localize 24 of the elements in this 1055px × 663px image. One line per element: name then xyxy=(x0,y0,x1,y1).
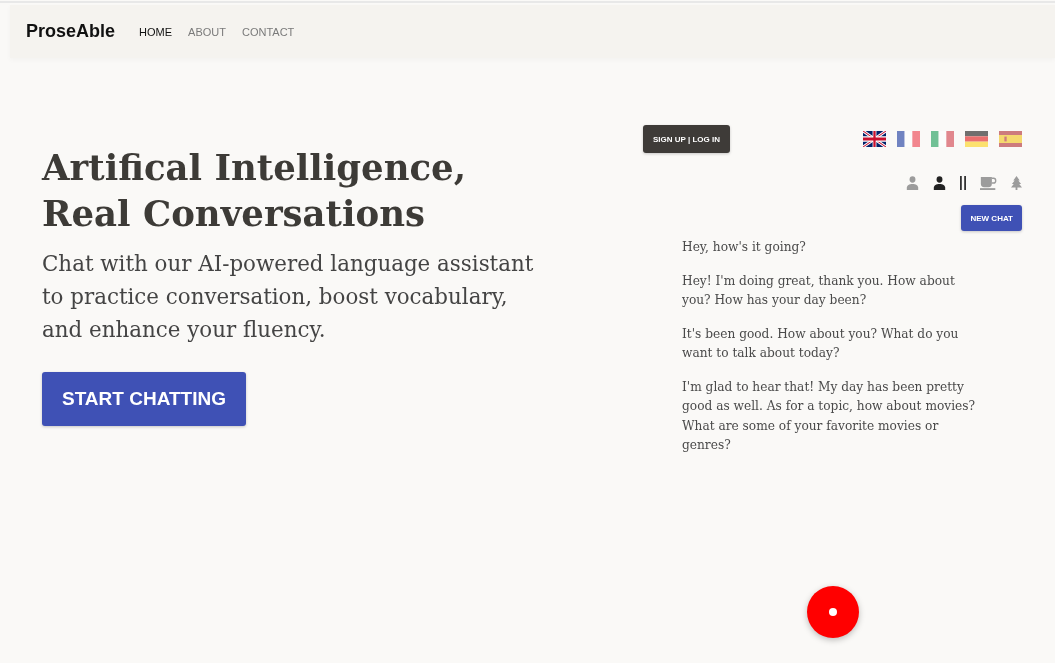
logo-text: ProseAble xyxy=(26,21,116,42)
german-flag-icon[interactable] xyxy=(965,131,988,147)
person-icon[interactable] xyxy=(933,176,946,190)
chat-message: Hey! I'm doing great, thank you. How about you? How has your day been? xyxy=(682,272,956,309)
french-flag-icon[interactable] xyxy=(897,131,920,147)
cup-icon[interactable] xyxy=(980,176,997,190)
tree-icon[interactable] xyxy=(1011,176,1022,190)
italian-flag-icon[interactable] xyxy=(931,131,954,147)
chat-message: I'm glad to hear that! My day has been pretty good as well. As for a topic, how about movies? What are some of your favorite movies or genres? xyxy=(682,378,977,454)
chat-message: It's been good. How about you? What do you want to talk about today? xyxy=(682,325,960,362)
hero-heading: Artifical Intelligence, Real Conversations xyxy=(42,146,468,236)
record-button[interactable] xyxy=(806,586,859,638)
double-bar-icon xyxy=(960,176,966,190)
nav-link[interactable]: ABOUT xyxy=(188,25,226,38)
spanish-flag-icon[interactable] xyxy=(999,131,1022,147)
sign-up-login-button[interactable]: SIGN UP | LOG IN xyxy=(643,125,730,153)
dot-icon xyxy=(828,608,837,616)
nav-link[interactable]: HOME xyxy=(139,25,173,38)
chat-message: Hey, how's it going? xyxy=(682,239,807,256)
new-chat-button[interactable]: NEW CHAT xyxy=(961,205,1022,231)
nav-link[interactable]: CONTACT xyxy=(241,25,295,38)
hero-subtitle: Chat with our AI-powered language assistant to practice conversation, boost vocabulary, and enhance your fluency. xyxy=(42,250,535,344)
start-chatting-button[interactable]: START CHATTING xyxy=(42,372,246,426)
british-flag-icon[interactable] xyxy=(863,131,886,147)
